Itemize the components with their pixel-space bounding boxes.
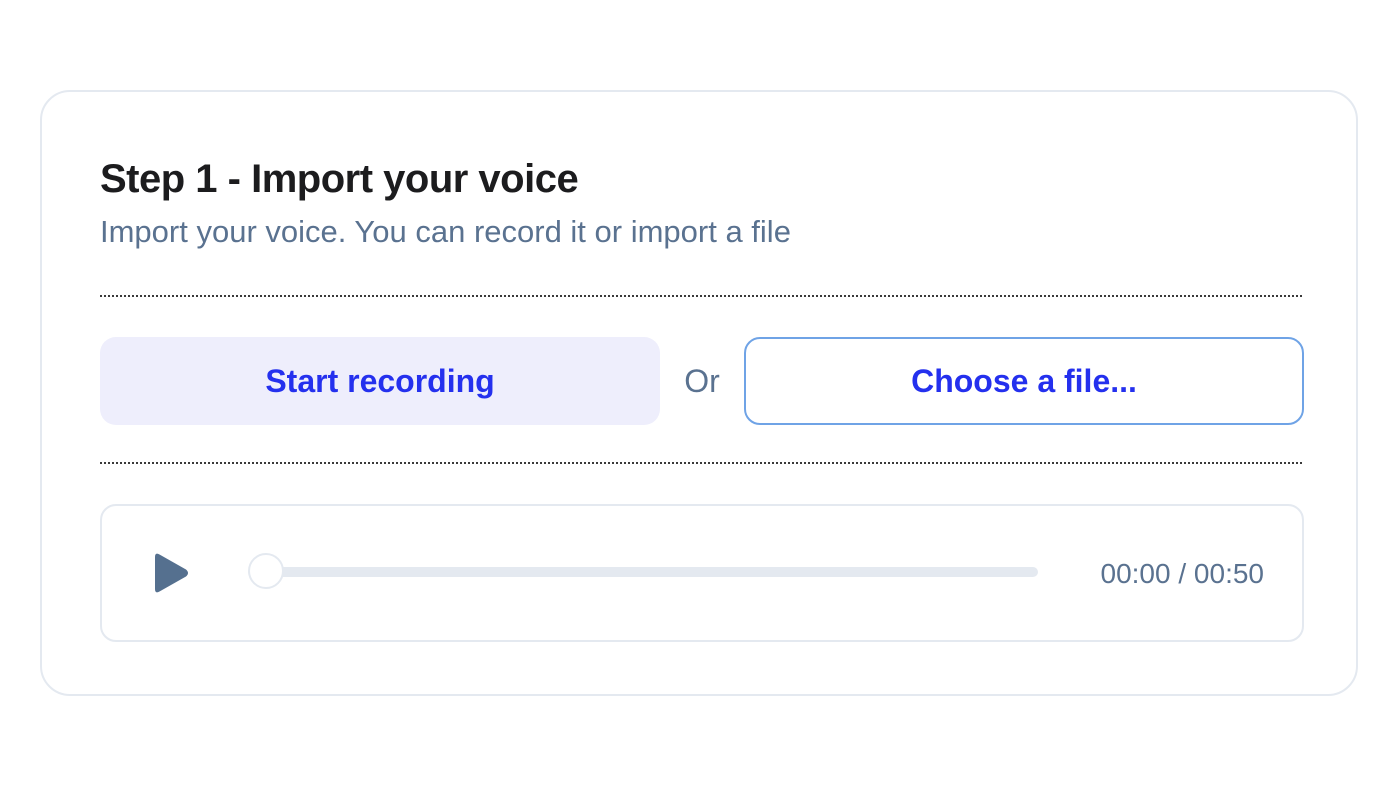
- step-title: Step 1 - Import your voice: [100, 157, 579, 201]
- start-recording-button[interactable]: Start recording: [100, 337, 660, 425]
- time-display: 00:00 / 00:50: [1101, 554, 1265, 594]
- step-subtitle: Import your voice. You can record it or …: [100, 214, 791, 249]
- play-button[interactable]: [146, 550, 192, 596]
- import-voice-card: Step 1 - Import your voice Import your v…: [40, 90, 1358, 696]
- audio-player: 00:00 / 00:50: [100, 504, 1304, 642]
- or-separator: Or: [684, 362, 720, 399]
- import-actions: Start recording Or Choose a file...: [100, 336, 1304, 426]
- current-time: 00:00: [1100, 558, 1171, 589]
- top-divider: [100, 295, 1302, 297]
- duration: 00:50: [1193, 558, 1264, 589]
- play-icon: [155, 553, 188, 593]
- progress-thumb[interactable]: [248, 553, 284, 589]
- progress-track[interactable]: [248, 553, 1038, 589]
- time-separator: /: [1178, 558, 1187, 589]
- bottom-divider: [100, 462, 1302, 464]
- choose-file-button[interactable]: Choose a file...: [744, 337, 1304, 425]
